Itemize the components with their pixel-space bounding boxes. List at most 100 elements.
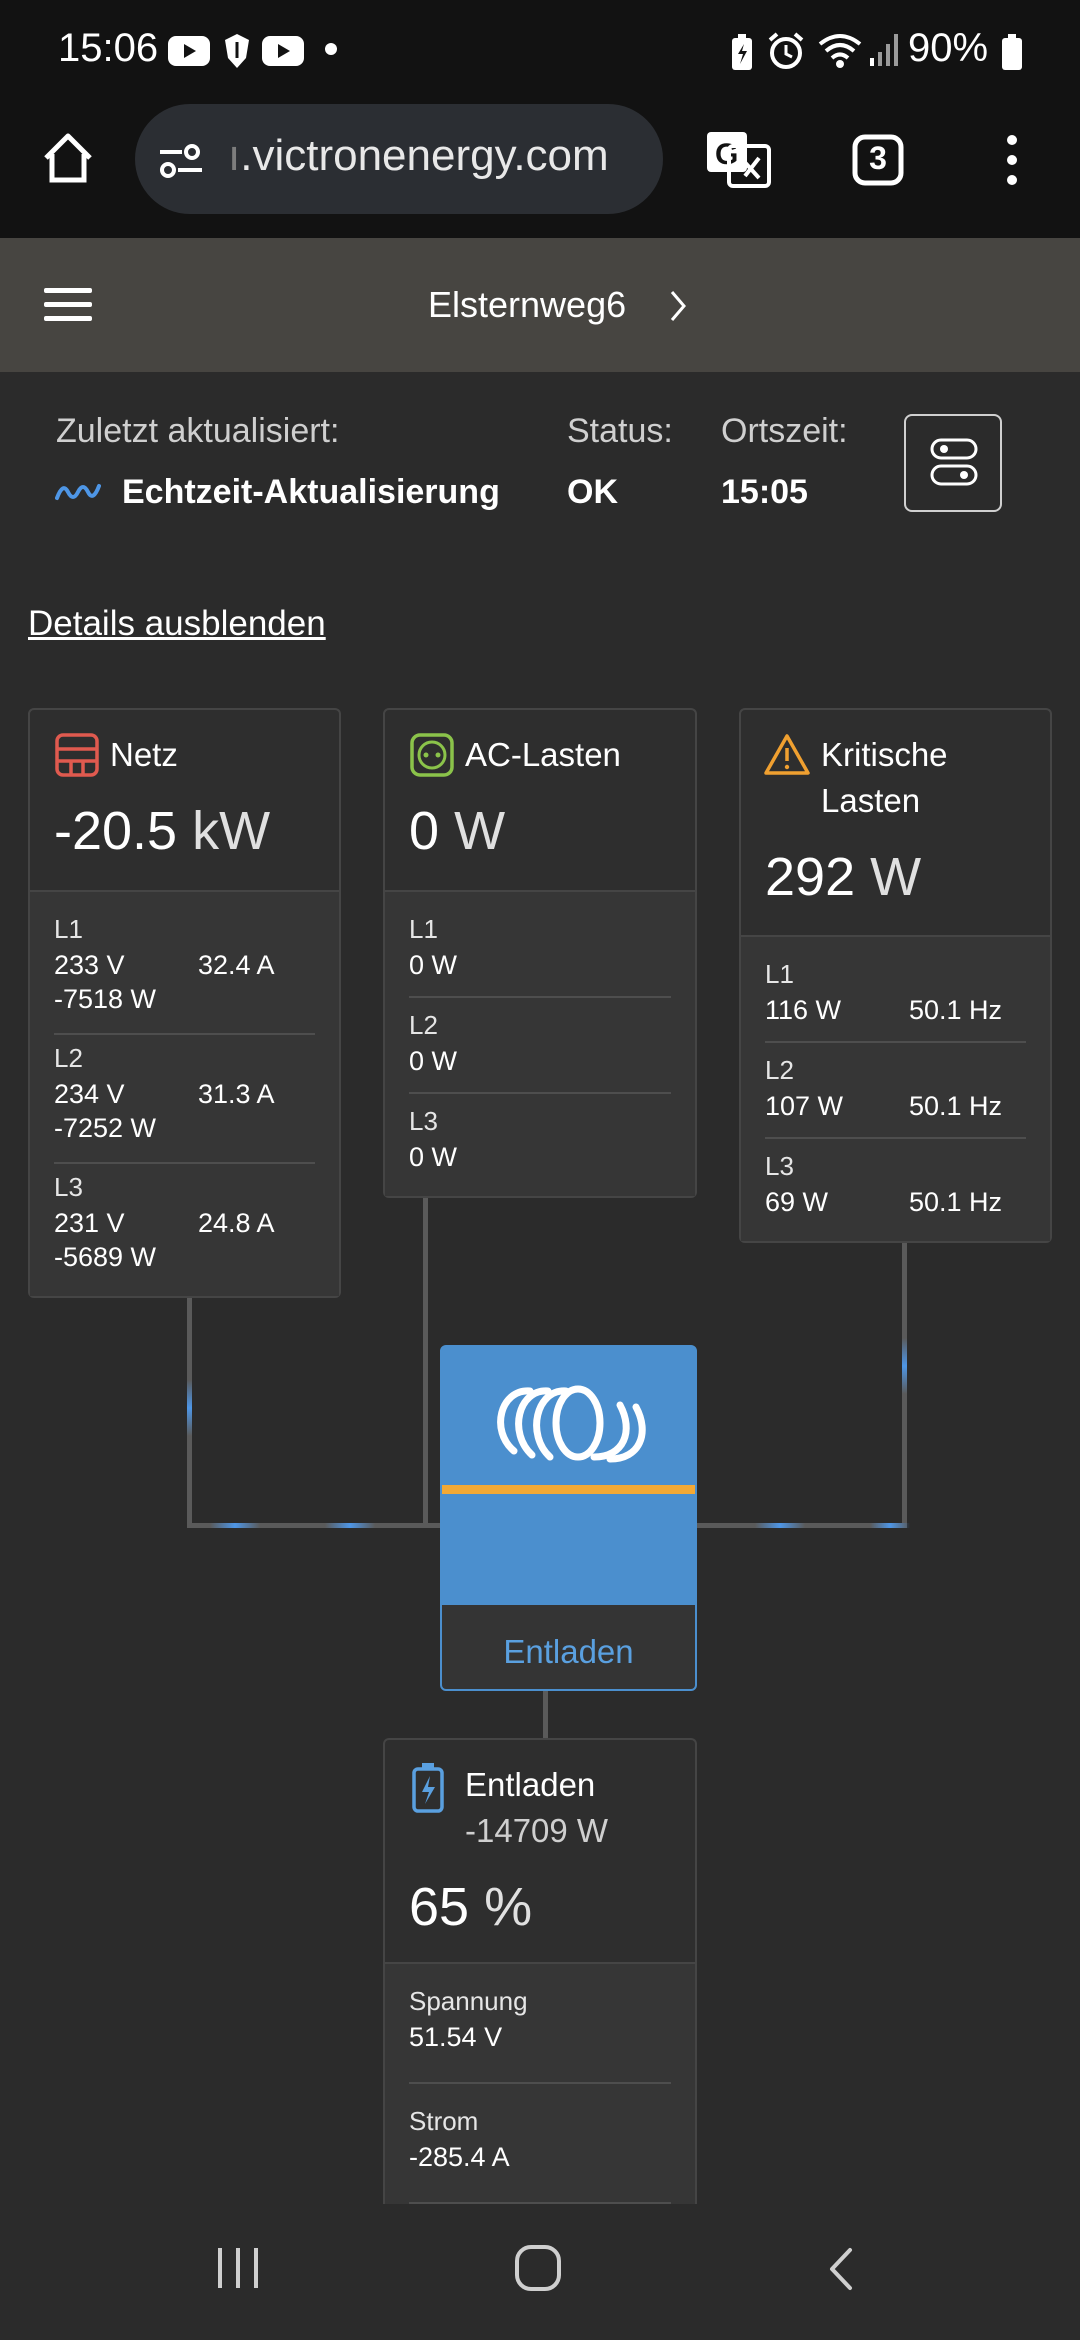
ac-loads-power-value: 0	[409, 801, 440, 861]
critical-l3-label: L3	[765, 1151, 794, 1181]
youtube-icon	[262, 36, 304, 66]
socket-icon	[410, 733, 454, 777]
ac-l3-label: L3	[409, 1106, 438, 1136]
grid-power-value: -20.5	[54, 801, 178, 861]
ac-l3-power: 0 W	[409, 1142, 458, 1172]
grid-l3-power: -5689 W	[54, 1242, 157, 1272]
ac-l2-label: L2	[409, 1010, 438, 1040]
battery-title: Entladen	[465, 1766, 596, 1803]
critical-l2-label: L2	[765, 1055, 794, 1085]
location-shield-icon	[225, 34, 249, 68]
divider	[409, 1092, 671, 1094]
chevron-right-icon[interactable]	[668, 288, 688, 324]
grid-l1-current: 32.4 A	[198, 950, 275, 980]
signal-icon	[870, 34, 898, 66]
critical-loads-title-line1: Kritische	[821, 736, 948, 773]
recent-apps-icon[interactable]	[214, 2246, 262, 2290]
hamburger-menu-icon[interactable]	[44, 286, 92, 324]
ac-loads-power-unit: W	[454, 801, 506, 861]
divider	[765, 1137, 1026, 1139]
url-prefix: ı	[228, 131, 241, 180]
critical-loads-power: 292 W	[765, 846, 921, 908]
battery-current-label: Strom	[409, 2106, 479, 2136]
tab-count: 3	[869, 140, 887, 176]
wifi-icon	[818, 34, 862, 68]
critical-loads-card-header: Kritische Lasten 292 W	[741, 710, 1050, 937]
grid-l3-label: L3	[54, 1172, 83, 1202]
status-time: 15:06	[58, 26, 159, 70]
critical-l3-power: 69 W	[765, 1187, 829, 1217]
grid-l2-power: -7252 W	[54, 1113, 157, 1143]
ac-loads-phase-list: L1 0 W L2 0 W L3 0 W	[385, 892, 695, 1196]
battery-detail-list: Spannung 51.54 V Strom -285.4 A	[385, 1964, 695, 2204]
critical-loads-power-value: 292	[765, 847, 856, 907]
grid-l2-current: 31.3 A	[198, 1079, 275, 1109]
grid-l1-voltage: 233 V	[54, 950, 125, 980]
ac-loads-flow-line	[423, 1196, 428, 1528]
more-menu-icon[interactable]	[1000, 130, 1024, 190]
flow-dot	[325, 1523, 375, 1528]
battery-voltage-label: Spannung	[409, 1986, 528, 2016]
status-value: OK	[567, 473, 618, 511]
site-settings-icon[interactable]	[156, 140, 206, 180]
view-toggle-button[interactable]	[904, 414, 1002, 512]
site-name[interactable]: Elsternweg6	[428, 284, 626, 326]
toggle-switches-icon	[930, 438, 978, 486]
grid-l3-current: 24.8 A	[198, 1208, 275, 1238]
svg-text:G: G	[715, 138, 738, 171]
critical-loads-card[interactable]: Kritische Lasten 292 W L1 116 W 50.1 Hz …	[739, 708, 1052, 1243]
critical-l1-frequency: 50.1 Hz	[909, 995, 1003, 1025]
victron-logo-icon	[497, 1385, 646, 1463]
flow-dot	[755, 1523, 805, 1528]
grid-l1-power: -7518 W	[54, 984, 157, 1014]
battery-current-value: -285.4 A	[409, 2142, 510, 2172]
battery-soc-unit: %	[484, 1877, 533, 1937]
flow-dot	[210, 1523, 260, 1528]
critical-l1-power: 116 W	[765, 995, 842, 1025]
grid-phase-list: L1 233 V 32.4 A -7518 W L2 234 V 31.3 A …	[30, 892, 339, 1296]
critical-loads-title-line2: Lasten	[821, 782, 921, 819]
inverter-state: Entladen	[503, 1633, 634, 1670]
battery-saver-icon	[732, 34, 752, 70]
grid-power-unit: kW	[192, 801, 271, 861]
translate-icon[interactable]: G	[703, 128, 773, 190]
divider	[765, 1041, 1026, 1043]
divider	[409, 2082, 671, 2084]
ac-loads-title: AC-Lasten	[465, 736, 621, 773]
battery-icon	[1002, 34, 1022, 70]
warning-icon	[764, 734, 810, 775]
battery-card[interactable]: Entladen -14709 W 65 % Spannung 51.54 V …	[383, 1738, 697, 2204]
hide-details-link[interactable]: Details ausblenden	[28, 604, 326, 644]
realtime-wave-icon	[55, 484, 101, 500]
critical-l3-frequency: 50.1 Hz	[909, 1187, 1003, 1217]
grid-l3-voltage: 231 V	[54, 1208, 125, 1238]
battery-power: -14709 W	[465, 1812, 609, 1849]
divider	[54, 1033, 315, 1035]
battery-soc-value: 65	[409, 1877, 470, 1937]
divider	[409, 996, 671, 998]
grid-l1-label: L1	[54, 914, 83, 944]
grid-l2-voltage: 234 V	[54, 1079, 125, 1109]
grid-power: -20.5 kW	[54, 800, 270, 862]
notification-dot-icon	[325, 43, 337, 55]
home-icon[interactable]	[40, 130, 96, 186]
ac-l1-label: L1	[409, 914, 438, 944]
critical-loads-power-unit: W	[870, 847, 922, 907]
battery-card-header: Entladen -14709 W 65 %	[385, 1740, 695, 1964]
url-text[interactable]: ı.victronenergy.com	[228, 131, 609, 181]
battery-percent: 90%	[908, 26, 989, 70]
ac-loads-card[interactable]: AC-Lasten 0 W L1 0 W L2 0 W L3 0 W	[383, 708, 697, 1198]
battery-charge-icon	[412, 1763, 444, 1813]
grid-icon	[55, 733, 99, 777]
home-nav-icon[interactable]	[514, 2244, 562, 2292]
battery-soc: 65 %	[409, 1876, 532, 1938]
flow-dot	[902, 1338, 907, 1394]
status-bar: 15:06 90%	[0, 0, 1080, 100]
last-updated-value: Echtzeit-Aktualisierung	[122, 473, 500, 511]
back-nav-icon[interactable]	[826, 2246, 856, 2292]
inverter-block[interactable]: Entladen	[440, 1345, 697, 1691]
status-label: Status:	[567, 412, 673, 450]
battery-flow-line	[543, 1691, 548, 1739]
grid-card[interactable]: Netz -20.5 kW L1 233 V 32.4 A -7518 W L2…	[28, 708, 341, 1298]
inverter-orange-stripe	[442, 1485, 695, 1494]
